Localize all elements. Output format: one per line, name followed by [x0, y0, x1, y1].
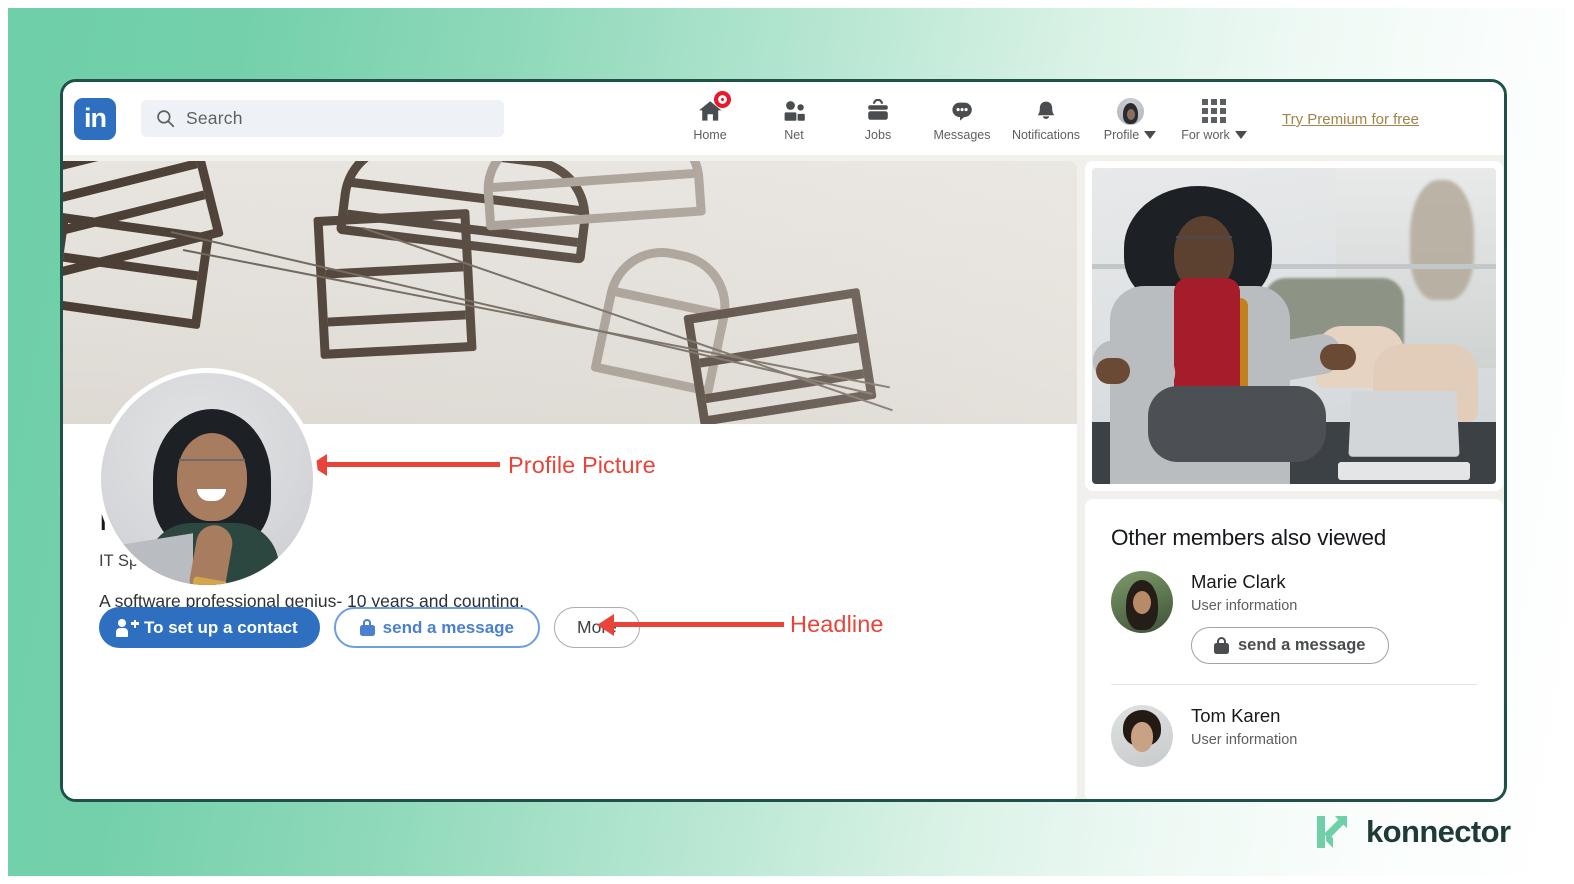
- promo-photo[interactable]: [1092, 168, 1496, 484]
- set-up-contact-label: To set up a contact: [144, 617, 298, 637]
- promo-photo-hand-left: [1096, 358, 1130, 384]
- nav-item-home[interactable]: Home: [668, 91, 752, 142]
- bell-icon: [1037, 101, 1055, 119]
- avatar-icon: [1116, 97, 1144, 125]
- konnector-k-arrow-logo: [1317, 816, 1347, 848]
- grid-icon: [1202, 99, 1226, 123]
- chevron-down-icon: [1234, 131, 1247, 139]
- set-up-contact-button[interactable]: To set up a contact: [99, 607, 320, 648]
- chevron-down-icon: [1144, 131, 1157, 139]
- member-subtitle: User information: [1191, 732, 1298, 748]
- annotation-label-headline: Headline: [790, 611, 884, 637]
- profile-action-buttons: To set up a contact send a message More: [99, 607, 640, 648]
- nav-label-profile: Profile: [1103, 128, 1140, 142]
- home-icon-wrap: [697, 91, 731, 124]
- person-add-icon: [116, 618, 139, 637]
- top-navigation-bar: in Search Home Net Jobs Messages Notific…: [63, 82, 1504, 155]
- search-placeholder-text: Search: [186, 108, 243, 128]
- profile-photo[interactable]: [96, 368, 318, 590]
- profile-photo-glasses: [179, 459, 245, 474]
- nav-label-jobs: Jobs: [864, 128, 892, 142]
- search-input[interactable]: Search: [141, 100, 504, 137]
- promo-photo-card: [1085, 161, 1503, 491]
- nav-item-jobs[interactable]: Jobs: [836, 95, 920, 142]
- linkedin-logo[interactable]: in: [74, 97, 116, 140]
- nav-label-messages: Messages: [933, 128, 991, 142]
- nav-item-messages[interactable]: Messages: [920, 95, 1004, 142]
- avatar: [1111, 705, 1173, 767]
- bell-icon-wrap: [1033, 98, 1059, 124]
- briefcase-icon: [868, 99, 888, 120]
- message-bubble-icon-wrap: [949, 98, 975, 124]
- nav-label-for-work: For work: [1181, 128, 1230, 142]
- page-body: Rosy Disuza IT Specialist A software pro…: [63, 155, 1504, 799]
- member-name: Tom Karen: [1191, 705, 1281, 726]
- other-members-card: Other members also viewed Marie Clark Us…: [1085, 499, 1503, 799]
- member-send-message-label: send a message: [1238, 636, 1366, 654]
- promo-photo-glasses: [1176, 236, 1232, 249]
- nav-item-net[interactable]: Net: [752, 95, 836, 142]
- promo-photo-legs: [1148, 386, 1326, 462]
- promo-photo-hand-right: [1320, 344, 1356, 370]
- try-premium-link[interactable]: Try Premium for free: [1282, 111, 1419, 128]
- list-item[interactable]: Tom Karen User information: [1085, 685, 1503, 767]
- lock-icon: [1214, 637, 1229, 654]
- avatar-icon-wrap: [1116, 97, 1144, 125]
- browser-window: in Search Home Net Jobs Messages Notific…: [60, 79, 1507, 802]
- send-message-label: send a message: [382, 617, 515, 637]
- home-notification-badge: [713, 91, 731, 108]
- konnector-wordmark: konnector: [1366, 814, 1511, 849]
- nav-label-home: Home: [693, 128, 727, 142]
- promo-photo-laptop: [1338, 390, 1470, 480]
- member-info: Tom Karen User information: [1191, 705, 1297, 767]
- nav-label-for-work-row: For work: [1181, 128, 1247, 142]
- briefcase-icon-wrap: [865, 98, 891, 124]
- annotation-label-profile-picture: Profile Picture: [508, 452, 656, 478]
- member-name: Marie Clark: [1191, 571, 1286, 592]
- konnector-branding: konnector: [1313, 812, 1511, 852]
- other-members-title: Other members also viewed: [1111, 525, 1387, 550]
- member-info: Marie Clark User information send a mess…: [1191, 571, 1389, 664]
- network-icon: [784, 101, 805, 121]
- nav-items-group: Home Net Jobs Messages Notifications Pro…: [668, 91, 1256, 142]
- nav-item-for-work[interactable]: For work: [1172, 95, 1256, 142]
- nav-label-net: Net: [784, 128, 804, 142]
- annotation-arrow-profile-picture: [310, 453, 500, 476]
- grid-icon-wrap: [1202, 98, 1226, 124]
- nav-label-profile-row: Profile: [1103, 128, 1157, 142]
- send-message-button[interactable]: send a message: [333, 607, 541, 648]
- message-bubble-icon: [952, 102, 972, 121]
- profile-card: Rosy Disuza IT Specialist A software pro…: [63, 161, 1077, 799]
- profile-photo-face: [177, 433, 247, 521]
- member-send-message-button[interactable]: send a message: [1191, 627, 1389, 664]
- annotation-arrow-headline: [597, 613, 784, 636]
- nav-item-notifications[interactable]: Notifications: [1004, 95, 1088, 142]
- avatar: [1111, 571, 1173, 633]
- network-icon-wrap: [781, 98, 808, 124]
- lock-icon: [359, 619, 375, 636]
- nav-label-notifications: Notifications: [1011, 128, 1081, 142]
- search-icon: [157, 110, 175, 128]
- member-subtitle: User information: [1191, 598, 1298, 614]
- promo-photo-tree: [1410, 180, 1474, 300]
- nav-item-profile[interactable]: Profile: [1088, 95, 1172, 142]
- list-item[interactable]: Marie Clark User information send a mess…: [1085, 551, 1503, 664]
